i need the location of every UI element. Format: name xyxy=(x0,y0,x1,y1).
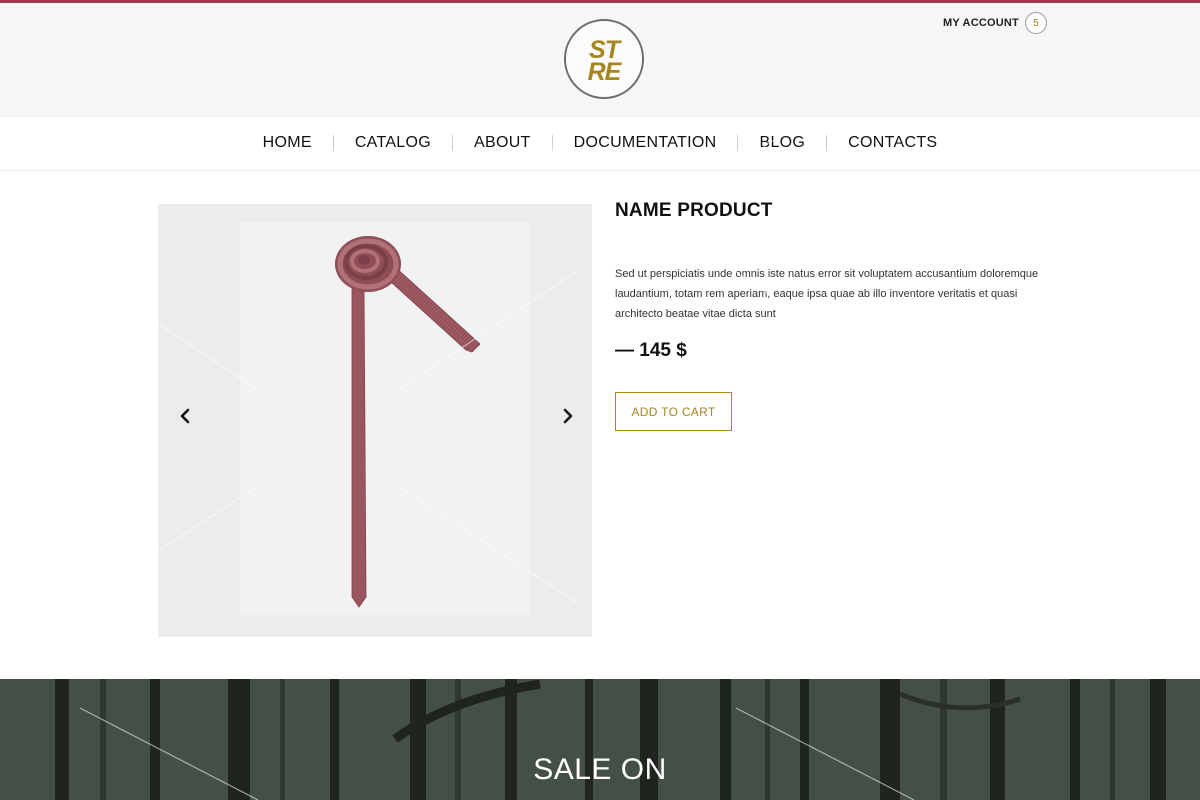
my-account-link[interactable]: MY ACCOUNT 5 xyxy=(943,12,1047,34)
nav-divider xyxy=(826,135,828,151)
product-price: — 145 $ xyxy=(615,340,687,361)
chevron-right-icon xyxy=(563,408,573,424)
nav-item-catalog[interactable]: CATALOG xyxy=(355,134,431,152)
nav-divider xyxy=(332,135,334,151)
site-header: ST RE MY ACCOUNT 5 xyxy=(0,3,1200,117)
gallery-prev-button[interactable] xyxy=(174,404,196,428)
nav-item-blog[interactable]: BLOG xyxy=(759,134,805,152)
nav-item-documentation[interactable]: DOCUMENTATION xyxy=(574,134,717,152)
nav-divider xyxy=(452,135,453,151)
nav-divider xyxy=(551,135,553,151)
cart-count-badge: 5 xyxy=(1024,12,1047,34)
logo-text-bottom: RE xyxy=(587,58,622,86)
product-description: Sed ut perspiciatis unde omnis iste natu… xyxy=(615,268,1039,320)
gallery-next-button[interactable] xyxy=(557,404,579,428)
product-title: NAME PRODUCT xyxy=(615,200,773,221)
product-details: NAME PRODUCT Sed ut perspiciatis unde om… xyxy=(615,200,1065,431)
nav-item-home[interactable]: HOME xyxy=(263,134,312,152)
add-to-cart-button[interactable]: ADD TO CART xyxy=(615,392,732,431)
site-logo[interactable]: ST RE xyxy=(564,19,644,99)
my-account-label: MY ACCOUNT xyxy=(943,17,1019,29)
nav-item-contacts[interactable]: CONTACTS xyxy=(848,134,937,152)
chevron-left-icon xyxy=(180,408,190,424)
sale-title: SALE ON xyxy=(533,753,667,786)
sale-banner: SALE ON xyxy=(0,679,1200,800)
nav-divider xyxy=(737,135,739,151)
nav-item-about[interactable]: ABOUT xyxy=(474,134,531,152)
main-navigation: HOME CATALOG ABOUT DOCUMENTATION BLOG CO… xyxy=(0,117,1200,169)
product-image xyxy=(240,222,530,615)
product-gallery xyxy=(158,204,592,637)
necktie-illustration xyxy=(335,236,481,608)
